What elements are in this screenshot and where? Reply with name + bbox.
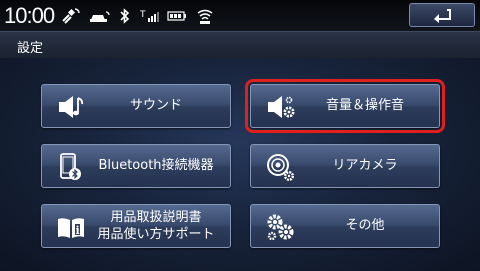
accessory-manual-line1: 用品取扱説明書: [110, 210, 202, 225]
accessory-manual-line2: 用品使い方サポート: [97, 227, 215, 242]
speaker-note-icon: [59, 96, 84, 118]
book-info-icon: i: [58, 218, 84, 238]
settings-menu: サウンド 音量＆操作音 Bluetooth接続機器 リアカメラ i 用品取扱説明…: [0, 58, 480, 271]
status-bar: 10:00 T: [0, 0, 480, 31]
volume-label: 音量＆操作音: [325, 98, 404, 113]
back-button[interactable]: [409, 3, 475, 27]
rear-camera-button[interactable]: リアカメラ: [250, 144, 440, 188]
bluetooth-devices-label: Bluetooth接続機器: [98, 158, 214, 173]
svg-text:i: i: [76, 224, 80, 237]
sound-label: サウンド: [129, 98, 182, 113]
other-button[interactable]: その他: [250, 204, 440, 248]
return-arrow-icon: [434, 9, 451, 23]
accessory-manual-label: 用品取扱説明書 用品使い方サポート: [88, 209, 224, 243]
svg-text:T: T: [140, 10, 146, 20]
sound-button[interactable]: サウンド: [41, 84, 231, 128]
bluetooth-icon: [120, 8, 130, 24]
camera-gear-icon: [267, 154, 295, 182]
clock: 10:00: [4, 3, 55, 28]
rear-camera-label: リアカメラ: [332, 158, 398, 173]
speaker-gear-icon: [268, 96, 295, 118]
page-title: 設定: [17, 41, 44, 56]
accessory-manual-button[interactable]: i 用品取扱説明書 用品使い方サポート: [41, 204, 231, 248]
gps-satellite-icon: [62, 8, 80, 24]
gears-icon: [267, 214, 294, 241]
signal-strength-icon: T: [140, 10, 159, 22]
other-label: その他: [345, 218, 385, 233]
title-bar: 設定: [0, 31, 480, 58]
bluetooth-devices-button[interactable]: Bluetooth接続機器: [41, 144, 231, 188]
battery-icon: [167, 11, 186, 21]
volume-button[interactable]: 音量＆操作音: [245, 79, 445, 133]
car-connection-icon: [90, 11, 110, 22]
phone-bluetooth-icon: [60, 153, 81, 180]
vics-icon: [197, 9, 213, 24]
